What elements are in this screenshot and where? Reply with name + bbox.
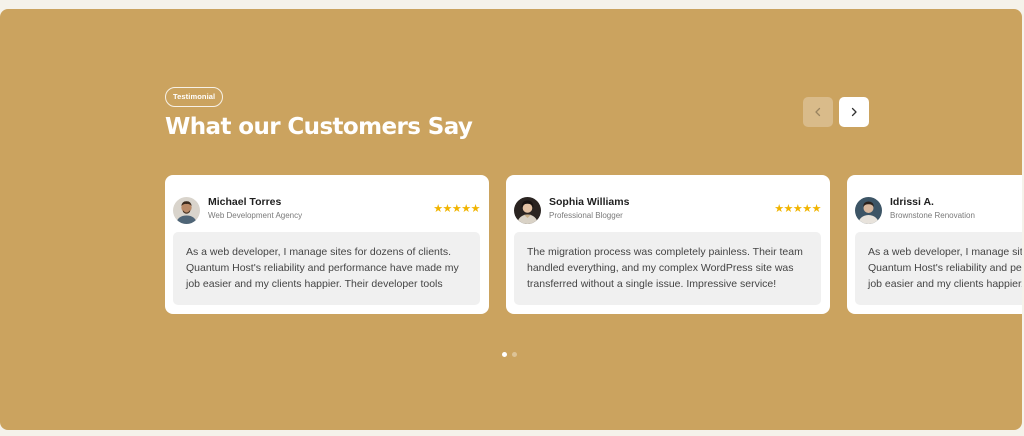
quote-box: The migration process was completely pai…	[514, 232, 821, 305]
avatar	[855, 197, 882, 224]
testimonial-quote: As a web developer, I manage sites for d…	[186, 246, 459, 290]
chevron-right-icon	[851, 107, 857, 117]
quote-box: As a web developer, I manage sites for d…	[855, 232, 1022, 305]
reviewer-name: Idrissi A.	[890, 196, 934, 208]
reviewer-name: Sophia Williams	[549, 196, 630, 208]
pagination-dot-active[interactable]	[502, 352, 507, 357]
reviewer-company: Professional Blogger	[549, 211, 623, 220]
testimonial-card: Idrissi A. Brownstone Renovation ★★★★★ A…	[847, 175, 1022, 314]
testimonial-card: Sophia Williams Professional Blogger ★★★…	[506, 175, 830, 314]
reviewer-company: Brownstone Renovation	[890, 211, 975, 220]
carousel-pagination	[502, 352, 517, 357]
chevron-left-icon	[815, 107, 821, 117]
carousel-prev-button[interactable]	[803, 97, 833, 127]
testimonial-quote: As a web developer, I manage sites for d…	[868, 246, 1022, 290]
pagination-dot[interactable]	[512, 352, 517, 357]
section-title: What our Customers Say	[165, 114, 473, 140]
testimonial-section: Testimonial What our Customers Say Micha…	[0, 9, 1022, 430]
testimonial-badge: Testimonial	[165, 87, 224, 107]
testimonial-quote: The migration process was completely pai…	[527, 246, 803, 290]
reviewer-company: Web Development Agency	[208, 211, 303, 220]
star-rating: ★★★★★	[433, 203, 480, 215]
carousel-next-button[interactable]	[839, 97, 869, 127]
reviewer-name: Michael Torres	[208, 196, 282, 208]
avatar	[173, 197, 200, 224]
avatar	[514, 197, 541, 224]
quote-box: As a web developer, I manage sites for d…	[173, 232, 480, 305]
testimonial-card: Michael Torres Web Development Agency ★★…	[165, 175, 489, 314]
star-rating: ★★★★★	[774, 203, 821, 215]
